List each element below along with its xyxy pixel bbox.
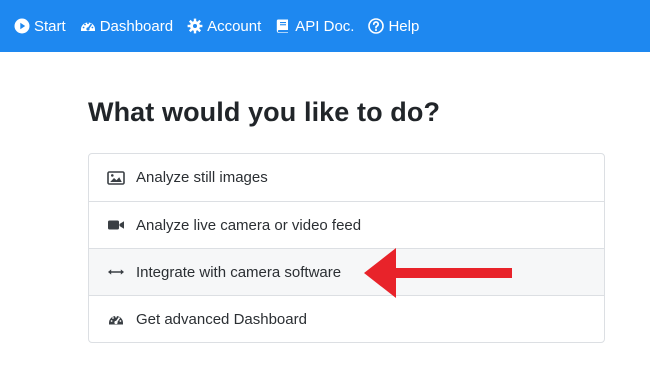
image-icon: [107, 170, 125, 186]
nav-account-label: Account: [207, 17, 262, 35]
nav-start[interactable]: Start: [14, 18, 66, 35]
top-navbar: Start Dashboard Account API Doc. Help: [0, 0, 650, 52]
nav-dashboard[interactable]: Dashboard: [80, 18, 173, 35]
nav-api-doc-label: API Doc.: [295, 17, 355, 35]
nav-help[interactable]: Help: [368, 18, 419, 35]
nav-account[interactable]: Account: [187, 18, 261, 35]
play-circle-icon: [14, 18, 30, 34]
nav-help-label: Help: [388, 17, 420, 35]
nav-start-label: Start: [34, 17, 66, 35]
option-label: Analyze still images: [136, 169, 268, 186]
option-analyze-still-images[interactable]: Analyze still images: [89, 154, 604, 201]
option-label: Get advanced Dashboard: [136, 310, 307, 328]
tachometer-icon: [80, 18, 96, 34]
video-camera-icon: [107, 217, 125, 233]
arrow-head: [364, 248, 396, 298]
arrows-horizontal-icon: [107, 264, 125, 280]
book-icon: [275, 18, 291, 34]
nav-dashboard-label: Dashboard: [99, 17, 174, 35]
red-pointer-arrow-annotation: [364, 248, 512, 298]
option-integrate-camera-software[interactable]: Integrate with camera software: [89, 248, 604, 295]
question-circle-icon: [368, 18, 385, 34]
option-analyze-live-camera[interactable]: Analyze live camera or video feed: [89, 201, 604, 248]
option-advanced-dashboard[interactable]: Get advanced Dashboard: [89, 295, 604, 342]
tachometer-icon: [107, 311, 125, 327]
arrow-shaft: [394, 268, 512, 278]
page-heading: What would you like to do?: [88, 97, 441, 127]
option-label: Analyze live camera or video feed: [136, 216, 362, 234]
option-label: Integrate with camera software: [136, 263, 342, 281]
options-list: Analyze still images Analyze live camera…: [88, 153, 605, 343]
nav-api-doc[interactable]: API Doc.: [275, 18, 354, 35]
gear-icon: [187, 18, 203, 34]
